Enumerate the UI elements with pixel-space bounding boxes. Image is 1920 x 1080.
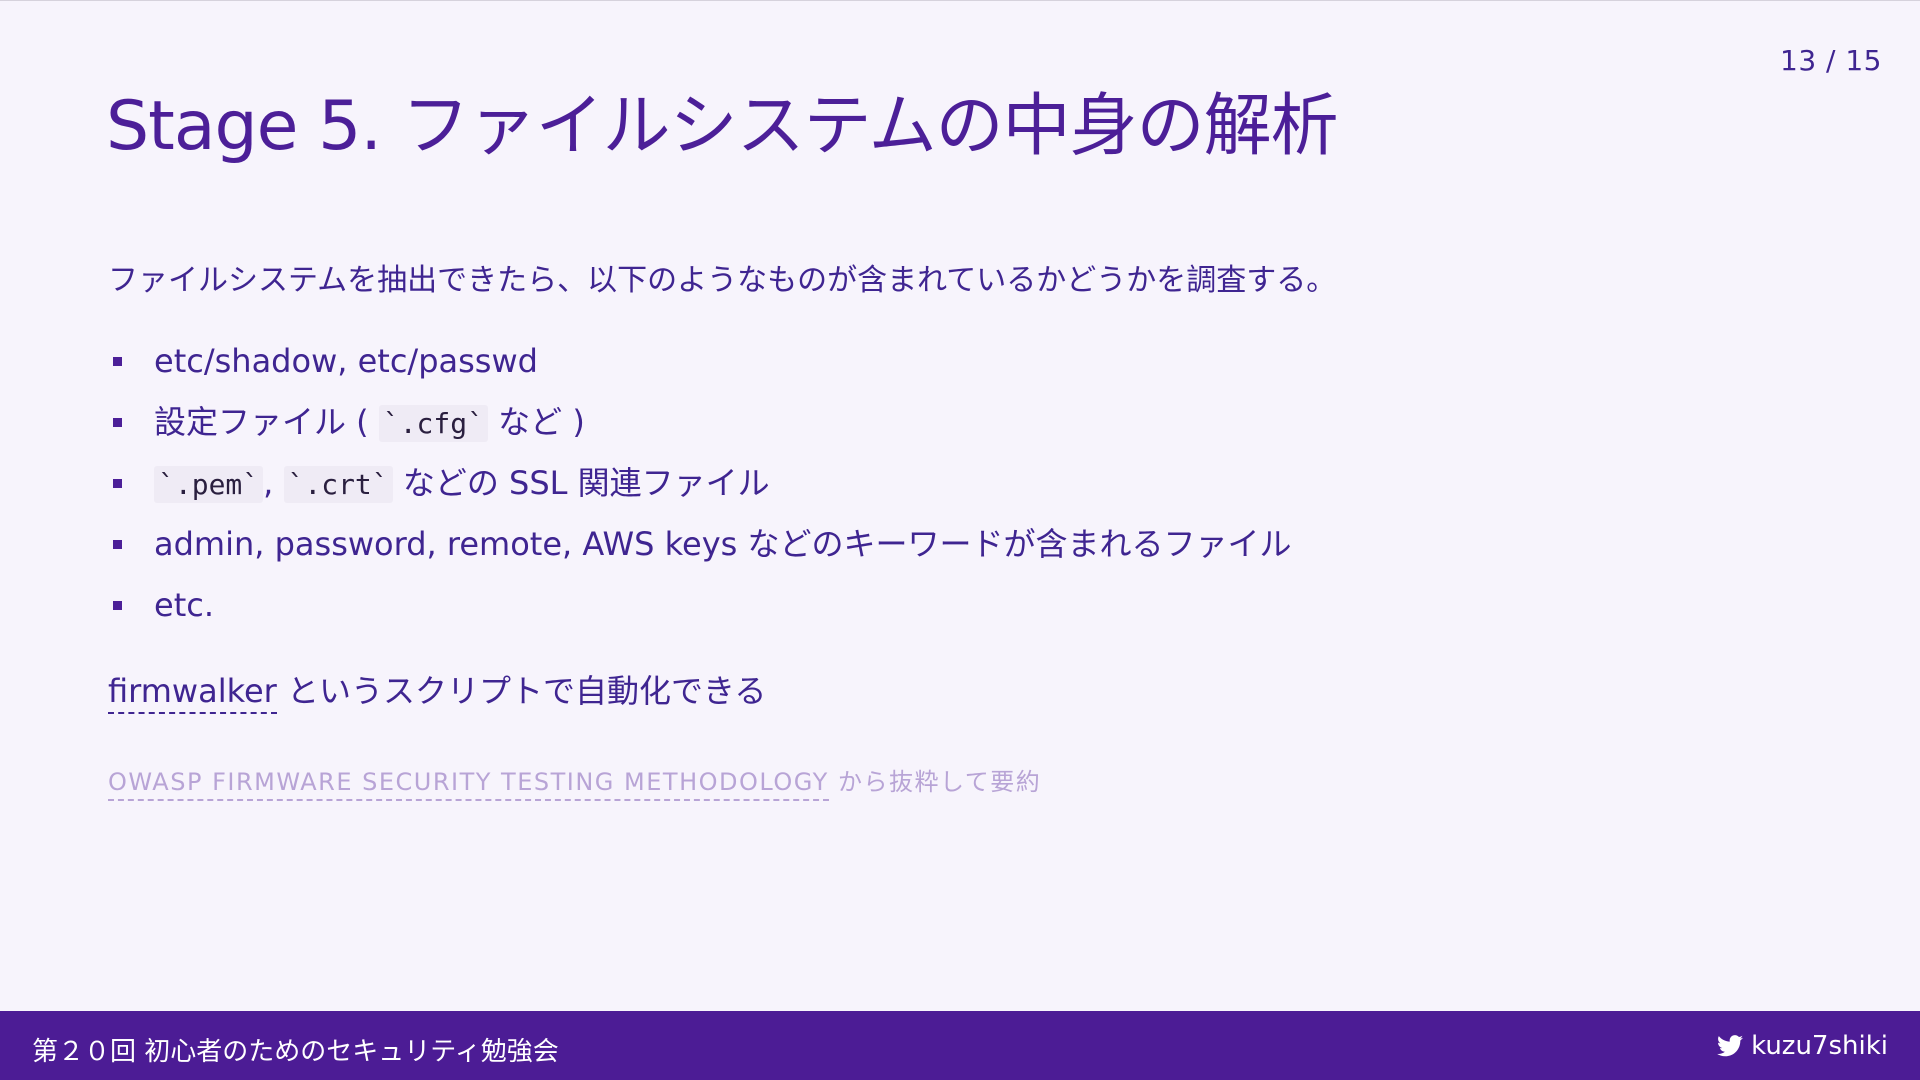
bullet-marker (113, 479, 122, 488)
list-item: etc. (108, 580, 1291, 641)
footer-bar: 第２０回 初心者のためのセキュリティ勉強会 kuzu7shiki (0, 1011, 1920, 1080)
firmwalker-line: firmwalker というスクリプトで自動化できる (108, 666, 767, 714)
twitter-bird-icon (1717, 1035, 1744, 1057)
bullet-text: etc/shadow, etc/passwd (154, 342, 538, 380)
footer-handle[interactable]: kuzu7shiki (1751, 1031, 1888, 1061)
list-item: `.pem`, `.crt` などの SSL 関連ファイル (108, 458, 1291, 519)
source-citation: OWASP FIRMWARE SECURITY TESTING METHODOL… (108, 762, 1042, 801)
bullet-text: 設定ファイル ( (154, 403, 379, 441)
owasp-link[interactable]: OWASP FIRMWARE SECURITY TESTING METHODOL… (108, 768, 829, 801)
bullet-marker (113, 418, 122, 427)
bullet-text: など ) (488, 403, 585, 441)
bullet-text: etc. (154, 586, 214, 624)
slide-title: Stage 5. ファイルシステムの中身の解析 (106, 87, 1339, 166)
footer-author: kuzu7shiki (1717, 1031, 1888, 1061)
top-border (0, 0, 1920, 1)
list-item: 設定ファイル ( `.cfg` など ) (108, 397, 1291, 458)
firmwalker-link[interactable]: firmwalker (108, 672, 277, 714)
bullet-list: etc/shadow, etc/passwd 設定ファイル ( `.cfg` な… (108, 336, 1291, 641)
inline-code: `.cfg` (378, 405, 488, 442)
lead-text: ファイルシステムを抽出できたら、以下のようなものが含まれているかどうかを調査する… (108, 263, 1337, 298)
list-item: admin, password, remote, AWS keys などのキーワ… (108, 519, 1291, 580)
firmwalker-text: というスクリプトで自動化できる (276, 672, 767, 710)
bullet-marker (113, 540, 122, 549)
bullet-marker (113, 357, 122, 366)
bullet-marker (113, 601, 122, 610)
bullet-text: などの SSL 関連ファイル (392, 464, 770, 502)
inline-code: `.crt` (283, 466, 393, 503)
footer-event-title: 第２０回 初心者のためのセキュリティ勉強会 (32, 1037, 559, 1067)
bullet-text: , (263, 464, 284, 502)
page-number: 13 / 15 (1780, 44, 1882, 77)
source-text: から抜粋して要約 (828, 768, 1042, 796)
inline-code: `.pem` (154, 466, 264, 503)
bullet-text: admin, password, remote, AWS keys などのキーワ… (154, 525, 1292, 563)
list-item: etc/shadow, etc/passwd (108, 336, 1291, 397)
